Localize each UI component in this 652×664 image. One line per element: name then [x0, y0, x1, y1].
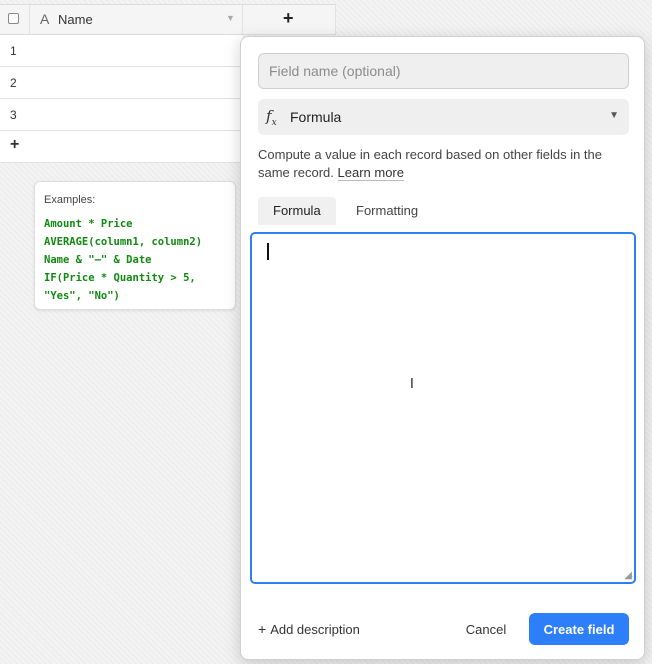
text-cursor-icon: Ⅰ	[410, 376, 414, 391]
formula-tabs: Formula Formatting	[258, 197, 638, 225]
tab-formatting[interactable]: Formatting	[341, 197, 433, 225]
add-column-button[interactable]: +	[243, 5, 336, 34]
plus-icon: +	[283, 8, 294, 28]
select-all-checkbox[interactable]	[8, 13, 19, 24]
examples-code: Amount * Price AVERAGE(column1, column2)…	[44, 218, 203, 302]
add-description-button[interactable]: + Add description	[258, 621, 360, 637]
row-number: 2	[10, 76, 17, 90]
formula-examples-tooltip: Examples: Amount * Price AVERAGE(column1…	[34, 181, 236, 310]
field-type-label: Formula	[290, 109, 342, 125]
formula-editor[interactable]: Ⅰ ◢	[250, 232, 636, 584]
add-row-button[interactable]: +	[0, 131, 243, 163]
column-header-name[interactable]: A Name ▼	[30, 5, 243, 34]
text-field-icon: A	[40, 11, 50, 27]
text-caret	[267, 243, 269, 260]
tab-formula[interactable]: Formula	[258, 197, 336, 225]
field-name-input[interactable]	[258, 53, 629, 89]
row-number: 1	[10, 44, 17, 58]
create-field-button[interactable]: Create field	[529, 613, 629, 645]
row-number: 3	[10, 108, 17, 122]
table-row[interactable]: 2	[0, 67, 243, 99]
field-config-panel: fx Formula ▼ Compute a value in each rec…	[240, 36, 645, 660]
chevron-down-icon[interactable]: ▼	[226, 13, 235, 23]
table-row[interactable]: 1	[0, 35, 243, 67]
learn-more-link[interactable]: Learn more	[337, 165, 404, 181]
select-all-cell	[0, 5, 30, 34]
formula-fx-icon: fx	[266, 107, 277, 128]
field-description-text: Compute a value in each record based on …	[258, 146, 633, 182]
resize-handle-icon[interactable]: ◢	[624, 570, 632, 581]
examples-title: Examples:	[44, 194, 96, 206]
plus-icon: +	[10, 136, 20, 153]
grid-header: A Name ▼ +	[0, 4, 336, 35]
plus-icon: +	[258, 621, 267, 637]
cancel-button[interactable]: Cancel	[451, 613, 521, 645]
description-text: Compute a value in each record based on …	[258, 147, 602, 180]
field-type-select[interactable]: fx Formula ▼	[258, 99, 629, 135]
column-header-label: Name	[58, 12, 93, 27]
chevron-down-icon: ▼	[609, 110, 619, 121]
add-description-label: Add description	[270, 622, 360, 637]
table-row[interactable]: 3	[0, 99, 243, 131]
